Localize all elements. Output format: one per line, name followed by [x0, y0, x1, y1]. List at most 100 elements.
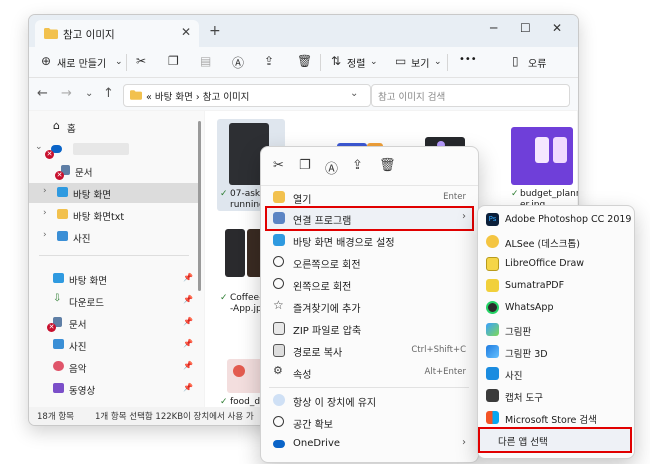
menu-item-label: 왼쪽으로 회전 — [293, 282, 352, 293]
sort-icon[interactable]: ⇅ — [331, 54, 341, 68]
cut-icon[interactable]: ✂ — [273, 158, 284, 173]
search-box[interactable]: 참고 이미지 검색 — [371, 84, 570, 107]
chevron-right-icon[interactable]: › — [43, 230, 47, 240]
app-libreoffice-draw[interactable]: LibreOffice Draw — [480, 253, 630, 275]
delete-icon[interactable]: 🗑 — [379, 158, 396, 173]
item-count: 18개 항목 — [37, 412, 74, 422]
zip-icon — [273, 322, 285, 335]
new-button[interactable]: 새로 만들기 — [57, 55, 106, 70]
details-button[interactable]: 오류 — [528, 55, 546, 70]
sync-status-icon: ✓ — [511, 189, 519, 199]
quick-access-desktop[interactable]: 바탕 화면 📌 — [29, 269, 199, 289]
app-whatsapp[interactable]: WhatsApp — [480, 297, 630, 319]
share-icon[interactable]: ⇪ — [352, 158, 363, 173]
details-icon[interactable]: ▯ — [512, 54, 519, 68]
quick-access-downloads[interactable]: ⇩ 다운로드 📌 — [29, 291, 199, 311]
app-photoshop[interactable]: Ps Adobe Photoshop CC 2019 — [480, 209, 632, 231]
new-icon[interactable]: ⊕ — [41, 54, 51, 68]
new-tab-button[interactable]: + — [209, 23, 221, 39]
delete-icon[interactable]: 🗑 — [297, 54, 312, 68]
paste-icon[interactable]: ▤ — [200, 54, 211, 68]
breadcrumb-separator: › — [195, 92, 200, 103]
copy-icon[interactable]: ❐ — [168, 54, 179, 68]
search-input[interactable]: 참고 이미지 검색 — [378, 89, 445, 103]
tab-reference-images[interactable]: 참고 이미지 ✕ — [35, 20, 199, 47]
menu-item-open[interactable]: 열기 Enter — [267, 187, 472, 208]
sidebar-item-label: 바탕 화면 — [73, 190, 111, 201]
app-paint-3d[interactable]: 그림판 3D — [480, 341, 630, 363]
sort-button[interactable]: 정렬 — [347, 55, 365, 70]
app-sumatrapdf[interactable]: SumatraPDF — [480, 275, 630, 297]
quick-access-videos[interactable]: 동영상 📌 — [29, 379, 199, 399]
minimize-icon[interactable]: ─ — [490, 21, 497, 35]
quick-access-documents[interactable]: ✕ 문서 📌 — [29, 313, 199, 333]
menu-item-keep-on-device[interactable]: 항상 이 장치에 유지 — [267, 390, 472, 411]
menu-item-copy-path[interactable]: 경로로 복사 Ctrl+Shift+C — [267, 340, 472, 361]
breadcrumb-item-reference[interactable]: 참고 이미지 — [203, 92, 250, 103]
breadcrumb-overflow[interactable]: « — [146, 92, 152, 103]
sidebar-item-onedrive[interactable]: ⌄ ✕ — [29, 139, 199, 159]
app-paint[interactable]: 그림판 — [480, 319, 630, 341]
rename-icon[interactable]: Ⓐ — [325, 158, 338, 177]
chevron-down-icon[interactable]: ⌄ — [370, 57, 378, 67]
chevron-down-icon[interactable]: ⌄ — [115, 57, 123, 67]
menu-item-properties[interactable]: ⚙ 속성 Alt+Enter — [267, 362, 472, 383]
close-tab-icon[interactable]: ✕ — [181, 25, 191, 39]
menu-item-set-background[interactable]: 바탕 화면 배경으로 설정 — [267, 230, 472, 251]
sidebar-item-label: 음악 — [69, 364, 87, 375]
file-name: Coffee- — [230, 293, 263, 303]
address-dropdown-icon[interactable]: ⌄ — [350, 88, 358, 99]
quick-access-pictures[interactable]: 사진 📌 — [29, 335, 199, 355]
app-snipping-tool[interactable]: 캡처 도구 — [480, 385, 630, 407]
photoshop-icon: Ps — [486, 213, 499, 226]
sidebar-item-desktop[interactable]: › 바탕 화면 — [29, 183, 199, 203]
menu-item-label: 열기 — [293, 195, 312, 206]
copy-icon[interactable]: ❐ — [299, 158, 311, 173]
chevron-right-icon[interactable]: › — [43, 186, 47, 196]
sidebar-item-documents[interactable]: ✕ 문서 — [29, 161, 199, 181]
app-label: Adobe Photoshop CC 2019 — [505, 214, 632, 225]
sidebar-item-desktop-txt[interactable]: › 바탕 화면txt — [29, 205, 199, 225]
forward-icon[interactable]: → — [61, 86, 72, 101]
maximize-icon[interactable]: ☐ — [520, 21, 531, 35]
menu-item-add-favorites[interactable]: ☆ 즐겨찾기에 추가 — [267, 296, 472, 317]
menu-item-rotate-right[interactable]: 오른쪽으로 회전 — [267, 252, 472, 273]
rename-icon[interactable]: Ⓐ — [232, 54, 244, 71]
sidebar-item-home[interactable]: ⌂ 홈 — [29, 117, 199, 137]
menu-item-open-with[interactable]: 연결 프로그램 › — [265, 206, 474, 231]
sidebar-item-pictures[interactable]: › 사진 — [29, 227, 199, 247]
view-button[interactable]: 보기 — [411, 55, 429, 70]
quick-access-music[interactable]: 음악 📌 — [29, 357, 199, 377]
more-button[interactable]: ••• — [459, 54, 477, 65]
menu-item-label: ZIP 파일로 압축 — [293, 326, 362, 337]
address-bar[interactable]: « 바탕 화면 › 참고 이미지 ⌄ — [123, 84, 371, 107]
menu-item-rotate-left[interactable]: 왼쪽으로 회전 — [267, 274, 472, 295]
back-icon[interactable]: ← — [37, 86, 48, 101]
chevron-down-icon[interactable]: ⌄ — [35, 142, 43, 152]
app-label: 그림판 3D — [505, 349, 548, 360]
menu-item-onedrive[interactable]: OneDrive › — [267, 434, 472, 455]
choose-another-app[interactable]: 다른 앱 선택 — [478, 427, 632, 453]
view-icon[interactable]: ▭ — [395, 54, 406, 68]
app-alsee[interactable]: ALSee (데스크톱) — [480, 231, 630, 253]
app-microsoft-store-search[interactable]: Microsoft Store 검색 — [480, 407, 630, 429]
menu-item-label: 바탕 화면 배경으로 설정 — [293, 238, 395, 249]
chevron-right-icon[interactable]: › — [43, 208, 47, 218]
menu-item-shortcut: Enter — [443, 192, 466, 202]
close-window-icon[interactable]: ✕ — [552, 21, 562, 35]
menu-item-label: 오른쪽으로 회전 — [293, 260, 361, 271]
app-photos[interactable]: 사진 — [480, 363, 630, 385]
sidebar-item-label: 사진 — [73, 234, 91, 245]
up-icon[interactable]: ↑ — [103, 86, 114, 101]
share-icon[interactable]: ⇪ — [264, 54, 274, 68]
folder-icon — [44, 28, 58, 39]
recent-chevron-icon[interactable]: ⌄ — [85, 88, 93, 99]
sidebar-scrollbar[interactable] — [198, 121, 201, 291]
menu-item-label: 즐겨찾기에 추가 — [293, 304, 361, 315]
menu-item-label: OneDrive — [293, 438, 341, 449]
chevron-down-icon[interactable]: ⌄ — [434, 57, 442, 67]
menu-item-compress-zip[interactable]: ZIP 파일로 압축 — [267, 318, 472, 339]
cut-icon[interactable]: ✂ — [136, 54, 146, 68]
menu-item-free-space[interactable]: 공간 확보 — [267, 412, 472, 433]
breadcrumb-item-desktop[interactable]: 바탕 화면 — [155, 92, 193, 103]
